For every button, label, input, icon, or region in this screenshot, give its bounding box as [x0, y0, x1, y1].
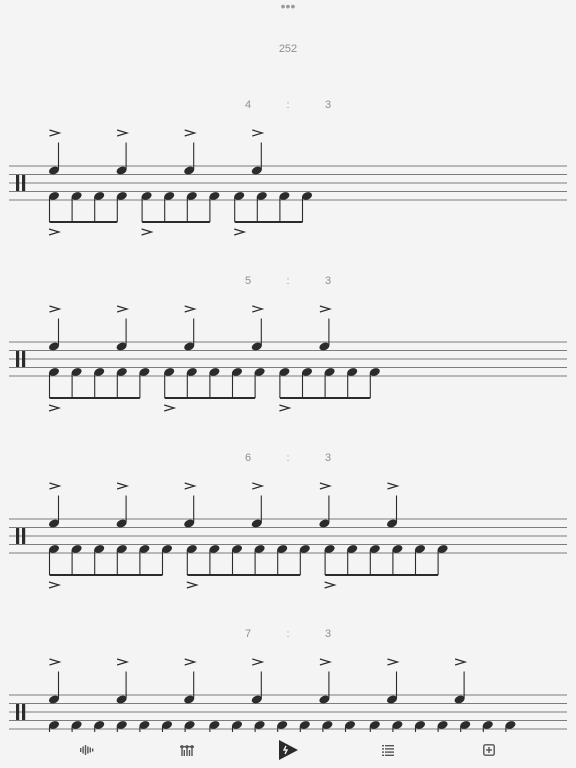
accent-mark — [164, 404, 177, 412]
accent-mark — [319, 482, 332, 490]
percussion-clef — [16, 704, 20, 720]
accent-mark — [49, 129, 62, 137]
accent-mark — [184, 482, 197, 490]
accent-mark — [116, 482, 130, 490]
accent-mark — [49, 482, 62, 490]
accent-mark — [252, 658, 265, 666]
sound-wave-button[interactable] — [69, 732, 105, 768]
accent-mark — [252, 482, 265, 490]
list-button[interactable] — [370, 732, 406, 768]
percussion-clef — [16, 528, 20, 544]
accent-mark — [184, 129, 197, 137]
metronome-settings-button[interactable] — [169, 732, 205, 768]
list-icon — [382, 744, 394, 756]
percussion-clef — [22, 704, 26, 720]
metronome-settings-icon — [180, 745, 194, 756]
accent-mark — [234, 228, 247, 236]
accent-mark — [319, 305, 332, 313]
accent-mark — [116, 129, 130, 137]
sound-wave-icon — [80, 745, 94, 755]
play-button[interactable] — [270, 732, 306, 768]
play-icon — [279, 740, 298, 760]
accent-mark — [184, 658, 197, 666]
accent-mark — [319, 658, 332, 666]
percussion-clef — [22, 175, 26, 191]
accent-mark — [324, 581, 337, 589]
accent-mark — [116, 305, 130, 313]
accent-mark — [48, 228, 62, 236]
accent-mark — [186, 581, 199, 589]
percussion-clef — [16, 351, 20, 367]
accent-mark — [49, 305, 62, 313]
percussion-clef — [22, 528, 26, 544]
accent-mark — [48, 581, 62, 589]
percussion-clef — [16, 175, 20, 191]
accent-mark — [184, 305, 197, 313]
accent-mark — [252, 305, 265, 313]
accent-mark — [141, 228, 154, 236]
accent-mark — [454, 658, 468, 666]
add-icon — [483, 744, 495, 756]
accent-mark — [387, 482, 400, 490]
accent-mark — [48, 404, 62, 412]
accent-mark — [279, 404, 292, 412]
percussion-clef — [22, 351, 26, 367]
accent-mark — [252, 129, 265, 137]
bottom-toolbar — [0, 732, 576, 768]
accent-mark — [49, 658, 62, 666]
accent-mark — [387, 658, 400, 666]
add-button[interactable] — [471, 732, 507, 768]
accent-mark — [116, 658, 130, 666]
drum-score — [9, 129, 567, 752]
